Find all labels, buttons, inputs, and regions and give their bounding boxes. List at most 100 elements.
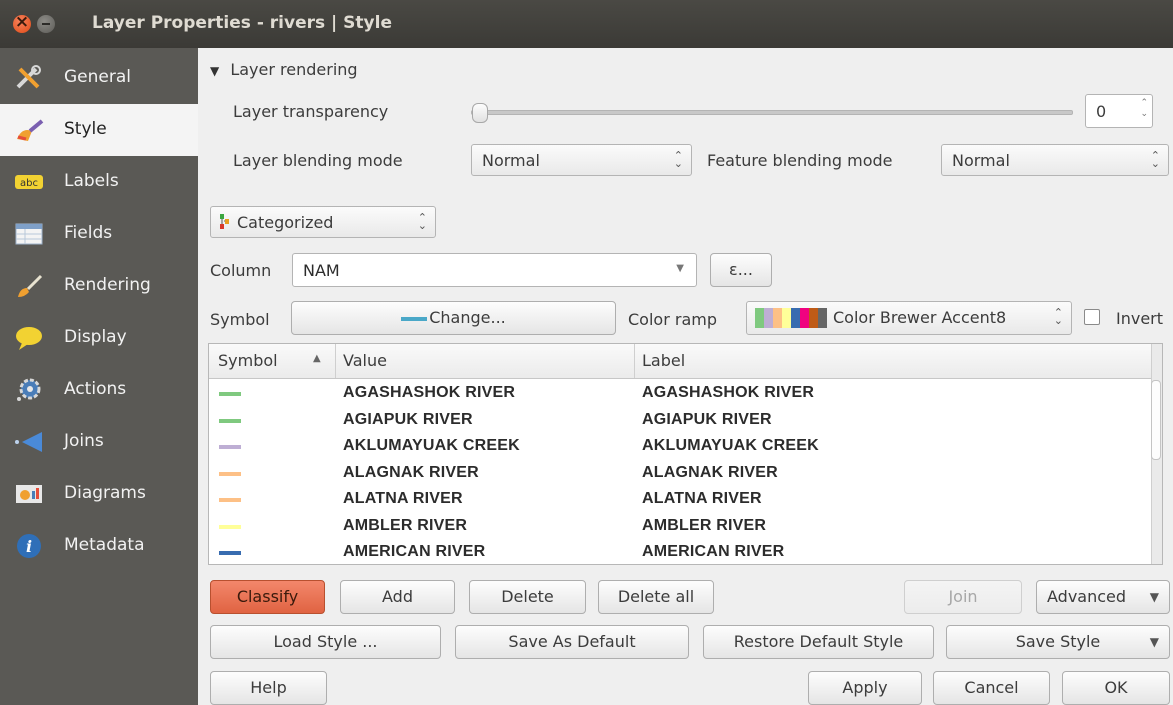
symbol-swatch[interactable] [219, 524, 241, 529]
change-symbol-button[interactable]: Change... [291, 301, 616, 335]
cancel-button[interactable]: Cancel [933, 671, 1050, 705]
value-cell[interactable]: AKLUMAYUAK CREEK [343, 437, 520, 455]
label-cell[interactable]: ALATNA RIVER [642, 490, 762, 508]
minimize-window-button[interactable] [37, 15, 55, 33]
symbol-swatch[interactable] [219, 471, 241, 476]
renderer-type-select[interactable]: Categorized ⌃ ⌄ [210, 206, 436, 238]
classify-button[interactable]: Classify [210, 580, 325, 614]
column-header-symbol[interactable]: Symbol [218, 351, 278, 370]
table-row[interactable]: ALATNA RIVER ALATNA RIVER [209, 486, 1159, 513]
invert-label: Invert [1116, 309, 1164, 328]
symbol-swatch[interactable] [219, 445, 241, 449]
value-cell[interactable]: ALAGNAK RIVER [343, 464, 479, 482]
column-value: NAM [303, 261, 340, 280]
symbol-swatch[interactable] [219, 418, 241, 423]
value-cell[interactable]: AGIAPUK RIVER [343, 411, 473, 429]
add-button[interactable]: Add [340, 580, 455, 614]
table-row[interactable]: AGASHASHOK RIVER AGASHASHOK RIVER [209, 380, 1159, 407]
table-scrollbar[interactable] [1151, 344, 1162, 564]
section-title: Layer rendering [230, 60, 358, 79]
sidebar-item-rendering[interactable]: Rendering [0, 260, 198, 312]
label-cell[interactable]: AGASHASHOK RIVER [642, 384, 814, 402]
value-cell[interactable]: AGASHASHOK RIVER [343, 384, 515, 402]
brush-icon [17, 119, 44, 141]
sidebar-item-general[interactable]: General [0, 52, 198, 104]
table-row[interactable]: AMBLER RIVER AMBLER RIVER [209, 513, 1159, 540]
layer-properties-window: Layer Properties - rivers | Style Genera… [0, 0, 1173, 705]
invert-checkbox[interactable] [1084, 309, 1100, 325]
sidebar-item-diagrams[interactable]: Diagrams [0, 468, 198, 520]
dropdown-arrow-icon[interactable]: ▼ [676, 263, 684, 274]
symbol-swatch[interactable] [219, 551, 241, 555]
symbol-label: Symbol [210, 310, 270, 329]
sidebar-item-actions[interactable]: Actions [0, 364, 198, 416]
column-header-value[interactable]: Value [343, 351, 387, 370]
apply-button[interactable]: Apply [808, 671, 922, 705]
table-row[interactable]: AKLUMAYUAK CREEK AKLUMAYUAK CREEK [209, 433, 1159, 460]
categories-table[interactable]: Symbol ▲ Value Label AGASHASHOK RIVER AGA… [208, 343, 1163, 565]
close-window-button[interactable] [13, 12, 31, 33]
updown-arrows-icon: ⌃ ⌄ [673, 149, 683, 170]
table-row[interactable]: AGIAPUK RIVER AGIAPUK RIVER [209, 407, 1159, 434]
sidebar-item-label: General [64, 67, 131, 87]
transparency-label: Layer transparency [233, 102, 389, 121]
layer-rendering-toggle[interactable]: ▼ Layer rendering [210, 60, 358, 79]
label-cell[interactable]: ALAGNAK RIVER [642, 464, 778, 482]
advanced-label: Advanced [1047, 587, 1127, 606]
feature-blending-label: Feature blending mode [707, 151, 893, 170]
table-row[interactable]: AMERICAN RIVER AMERICAN RIVER [209, 539, 1159, 564]
color-ramp-preview [755, 308, 827, 328]
sidebar-item-label: Fields [64, 223, 113, 243]
sidebar-item-style[interactable]: Style [0, 104, 198, 156]
label-cell[interactable]: AKLUMAYUAK CREEK [642, 437, 819, 455]
sidebar-item-labels[interactable]: abc Labels [0, 156, 198, 208]
label-cell[interactable]: AMERICAN RIVER [642, 543, 784, 561]
delete-button[interactable]: Delete [469, 580, 586, 614]
feature-blending-select[interactable]: Normal ⌃ ⌄ [941, 144, 1169, 176]
symbol-swatch[interactable] [219, 392, 241, 396]
dropdown-arrow-icon: ▼ [1149, 635, 1159, 649]
sidebar-item-metadata[interactable]: i Metadata [0, 520, 198, 572]
label-cell[interactable]: AMBLER RIVER [642, 517, 766, 535]
spin-arrows-icon[interactable]: ⌃ ⌄ [1140, 98, 1148, 120]
svg-text:abc: abc [20, 178, 38, 189]
value-cell[interactable]: AMBLER RIVER [343, 517, 467, 535]
sidebar-item-joins[interactable]: Joins [0, 416, 198, 468]
transparency-slider[interactable] [471, 103, 1073, 123]
save-style-dropdown-button[interactable]: Save Style ▼ [946, 625, 1170, 659]
diagram-icon [16, 485, 42, 503]
sidebar-item-fields[interactable]: Fields [0, 208, 198, 260]
symbol-swatch[interactable] [219, 498, 241, 502]
color-ramp-select[interactable]: Color Brewer Accent8 ⌃ ⌄ [746, 301, 1072, 335]
load-style-button[interactable]: Load Style ... [210, 625, 441, 659]
sidebar-item-display[interactable]: Display [0, 312, 198, 364]
sidebar-item-label: Style [64, 119, 107, 139]
dropdown-arrow-icon: ▼ [1149, 590, 1159, 604]
window-title: Layer Properties - rivers | Style [92, 13, 392, 33]
value-cell[interactable]: AMERICAN RIVER [343, 543, 485, 561]
table-row[interactable]: ALAGNAK RIVER ALAGNAK RIVER [209, 460, 1159, 487]
sidebar-item-label: Rendering [64, 275, 151, 295]
scrollbar-thumb[interactable] [1151, 380, 1161, 460]
save-as-default-button[interactable]: Save As Default [455, 625, 689, 659]
abc-label-icon: abc [15, 175, 43, 189]
column-select[interactable]: NAM ▼ [292, 253, 697, 287]
sidebar-item-label: Joins [64, 431, 104, 451]
label-cell[interactable]: AGIAPUK RIVER [642, 411, 772, 429]
help-button[interactable]: Help [210, 671, 327, 705]
ok-button[interactable]: OK [1062, 671, 1170, 705]
restore-default-style-button[interactable]: Restore Default Style [703, 625, 934, 659]
advanced-dropdown-button[interactable]: Advanced ▼ [1036, 580, 1170, 614]
delete-all-button[interactable]: Delete all [598, 580, 714, 614]
table-icon [15, 223, 43, 245]
expression-button[interactable]: ε... [710, 253, 772, 287]
join-button[interactable]: Join [904, 580, 1022, 614]
layer-blending-select[interactable]: Normal ⌃ ⌄ [471, 144, 692, 176]
transparency-spinbox[interactable]: 0 ⌃ ⌄ [1085, 94, 1153, 128]
sort-ascending-icon: ▲ [313, 353, 321, 364]
sidebar-item-label: Labels [64, 171, 119, 191]
column-header-label[interactable]: Label [642, 351, 685, 370]
slider-handle[interactable] [472, 103, 488, 123]
value-cell[interactable]: ALATNA RIVER [343, 490, 463, 508]
sidebar-item-label: Display [64, 327, 127, 347]
